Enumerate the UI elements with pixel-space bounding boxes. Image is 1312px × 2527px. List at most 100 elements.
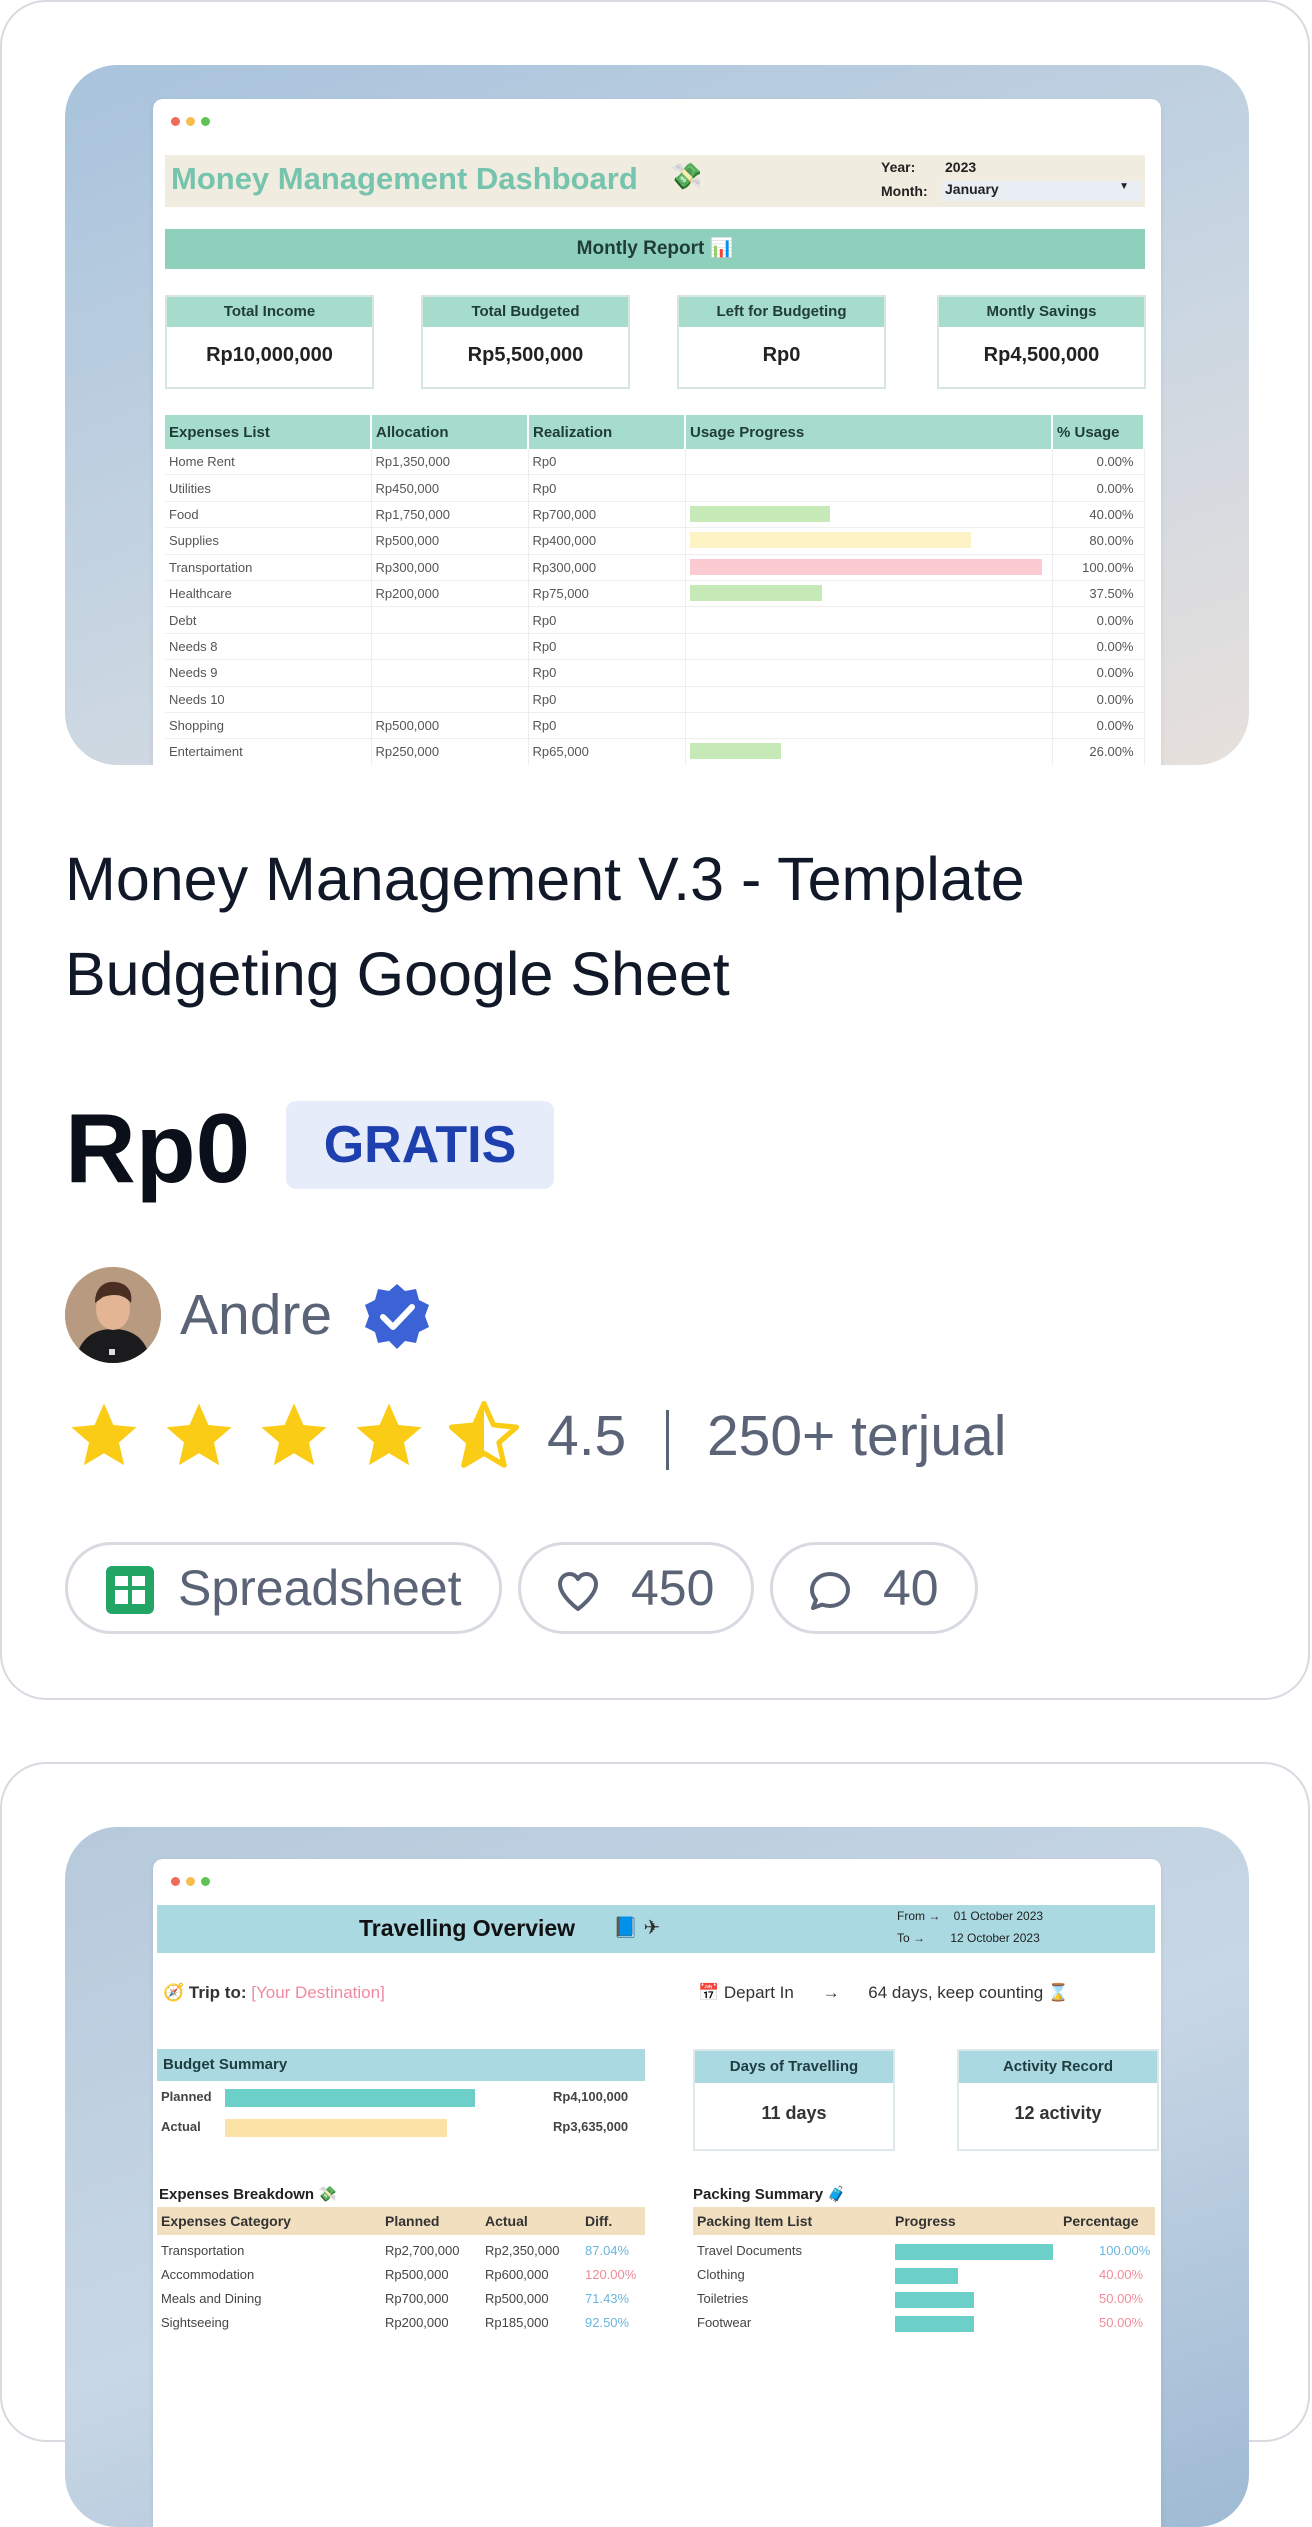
usage-progress-cell: [685, 527, 1053, 555]
trip-label: Trip to:: [188, 1983, 247, 2002]
usage-percent: 26.00%: [1052, 738, 1145, 765]
realization-cell: Rp65,000: [528, 738, 686, 765]
expense-name: Food: [165, 501, 372, 529]
usage-percent: 0.00%: [1052, 659, 1145, 687]
from-row: From → 01 October 2023: [897, 1909, 1044, 1923]
product-card[interactable]: Money Management Dashboard 💸 Year: 2023 …: [0, 0, 1310, 1700]
usage-bar: [689, 532, 972, 549]
depart-value: 64 days, keep counting: [868, 1983, 1044, 2002]
kpi-value: Rp4,500,000: [983, 344, 1100, 366]
comment-icon: [810, 1572, 850, 1610]
realization-cell: Rp700,000: [528, 501, 686, 529]
product-title[interactable]: Money Management V.3 - Template Budgetin…: [65, 832, 1235, 1022]
kpi-value: Rp10,000,000: [206, 344, 333, 366]
from-label: From: [897, 1909, 925, 1923]
expense-name: Shopping: [165, 712, 372, 740]
usage-progress-cell: [685, 738, 1053, 765]
activity-card: Activity Record 12 activity: [957, 2049, 1159, 2151]
tag-spreadsheet[interactable]: Spreadsheet: [65, 1542, 502, 1634]
product-card[interactable]: Travelling Overview 📘 ✈ From → 01 Octobe…: [0, 1762, 1310, 2527]
realization-cell: Rp0: [528, 474, 686, 502]
table-row: Needs 8 Rp0 0.00%: [165, 633, 1145, 661]
comment-button[interactable]: 40: [770, 1542, 978, 1634]
usage-percent: 0.00%: [1052, 449, 1145, 476]
allocation-cell: [371, 686, 529, 713]
diff-cell: 92.50%: [585, 2315, 630, 2330]
rating-stars: [65, 1397, 540, 1475]
column-header: Expenses List: [165, 415, 372, 449]
kpi-label: Montly Savings: [939, 297, 1144, 327]
map-icon: 📘 ✈: [613, 1917, 661, 1939]
expenses-breakdown-label: Expenses Breakdown: [159, 2186, 315, 2203]
usage-percent: 37.50%: [1052, 580, 1145, 608]
star-icon: [71, 1403, 137, 1466]
packing-progress-bar: [895, 2316, 974, 2332]
author-name[interactable]: Andre: [180, 1282, 332, 1348]
star-icon: [356, 1403, 422, 1466]
usage-percent: 0.00%: [1052, 686, 1145, 713]
planned-value: Rp4,100,000: [553, 2089, 629, 2104]
avatar[interactable]: [65, 1267, 161, 1363]
to-value: 12 October 2023: [950, 1931, 1040, 1945]
rating-summary: 4.5 250+ terjual: [547, 1403, 1006, 1470]
days-value: 11 days: [761, 2103, 827, 2123]
product-thumbnail[interactable]: Money Management Dashboard 💸 Year: 2023 …: [65, 65, 1249, 765]
product-thumbnail[interactable]: Travelling Overview 📘 ✈ From → 01 Octobe…: [65, 1827, 1249, 2527]
month-select: January ▼: [941, 181, 1141, 201]
travel-preview: Travelling Overview 📘 ✈ From → 01 Octobe…: [153, 1859, 1161, 2527]
packing-item-cell: Clothing: [697, 2267, 745, 2282]
packing-percent: 50.00%: [1099, 2315, 1144, 2330]
like-button[interactable]: 450: [518, 1542, 754, 1634]
column-header: Planned: [385, 2213, 440, 2229]
usage-progress-cell: [685, 686, 1053, 713]
allocation-cell: Rp450,000: [371, 474, 529, 502]
category-cell: Transportation: [161, 2243, 245, 2258]
planned-cell: Rp700,000: [385, 2291, 449, 2306]
realization-cell: Rp0: [528, 686, 686, 713]
kpi-label: Total Budgeted: [423, 297, 628, 327]
actual-cell: Rp600,000: [485, 2267, 549, 2282]
realization-cell: Rp0: [528, 449, 686, 476]
activity-title: Activity Record: [959, 2051, 1157, 2083]
actual-cell: Rp2,350,000: [485, 2243, 560, 2258]
packing-item-cell: Footwear: [697, 2315, 752, 2330]
kpi-total-budgeted: Total Budgeted Rp5,500,000: [421, 295, 630, 389]
table-row: Shopping Rp500,000 Rp0 0.00%: [165, 712, 1145, 740]
days-title: Days of Travelling: [695, 2051, 893, 2083]
month-value: January: [945, 181, 999, 197]
usage-percent: 0.00%: [1052, 606, 1145, 634]
planned-cell: Rp2,700,000: [385, 2243, 460, 2258]
table-row: Supplies Rp500,000 Rp400,000 80.00%: [165, 527, 1145, 555]
expense-name: Home Rent: [165, 449, 372, 476]
column-header: Usage Progress: [685, 415, 1053, 449]
actual-bar: [225, 2119, 447, 2137]
packing-percent: 50.00%: [1099, 2291, 1144, 2306]
packing-item-cell: Toiletries: [697, 2291, 749, 2306]
column-header: Realization: [528, 415, 686, 449]
expenses-table: Expenses List Allocation Realization Usa…: [165, 415, 1145, 765]
packing-progress-bar: [895, 2268, 959, 2284]
table-row: Healthcare Rp200,000 Rp75,000 37.50%: [165, 580, 1145, 608]
travel-title: Travelling Overview: [359, 1915, 576, 1941]
planned-bar: [225, 2089, 475, 2107]
column-header: Percentage: [1063, 2213, 1139, 2229]
to-row: To → 12 October 2023: [897, 1931, 1040, 1945]
like-count: 450: [631, 1560, 715, 1616]
star-icon: [261, 1403, 327, 1466]
expense-name: Debt: [165, 606, 372, 634]
table-row: Utilities Rp450,000 Rp0 0.00%: [165, 474, 1145, 502]
star-icon: [166, 1403, 232, 1466]
packing-summary-label: Packing Summary: [693, 2186, 824, 2203]
expense-name: Supplies: [165, 527, 372, 555]
realization-cell: Rp0: [528, 659, 686, 687]
allocation-cell: Rp1,750,000: [371, 501, 529, 529]
usage-progress-cell: [685, 449, 1053, 476]
divider: [666, 1409, 670, 1470]
expense-name: Needs 10: [165, 686, 372, 713]
table-row: Needs 10 Rp0 0.00%: [165, 686, 1145, 713]
heart-icon: [558, 1572, 598, 1611]
usage-progress-cell: [685, 633, 1053, 661]
kpi-value: Rp5,500,000: [467, 344, 584, 366]
allocation-cell: Rp200,000: [371, 580, 529, 608]
report-header: Montly Report 📊: [165, 229, 1145, 269]
